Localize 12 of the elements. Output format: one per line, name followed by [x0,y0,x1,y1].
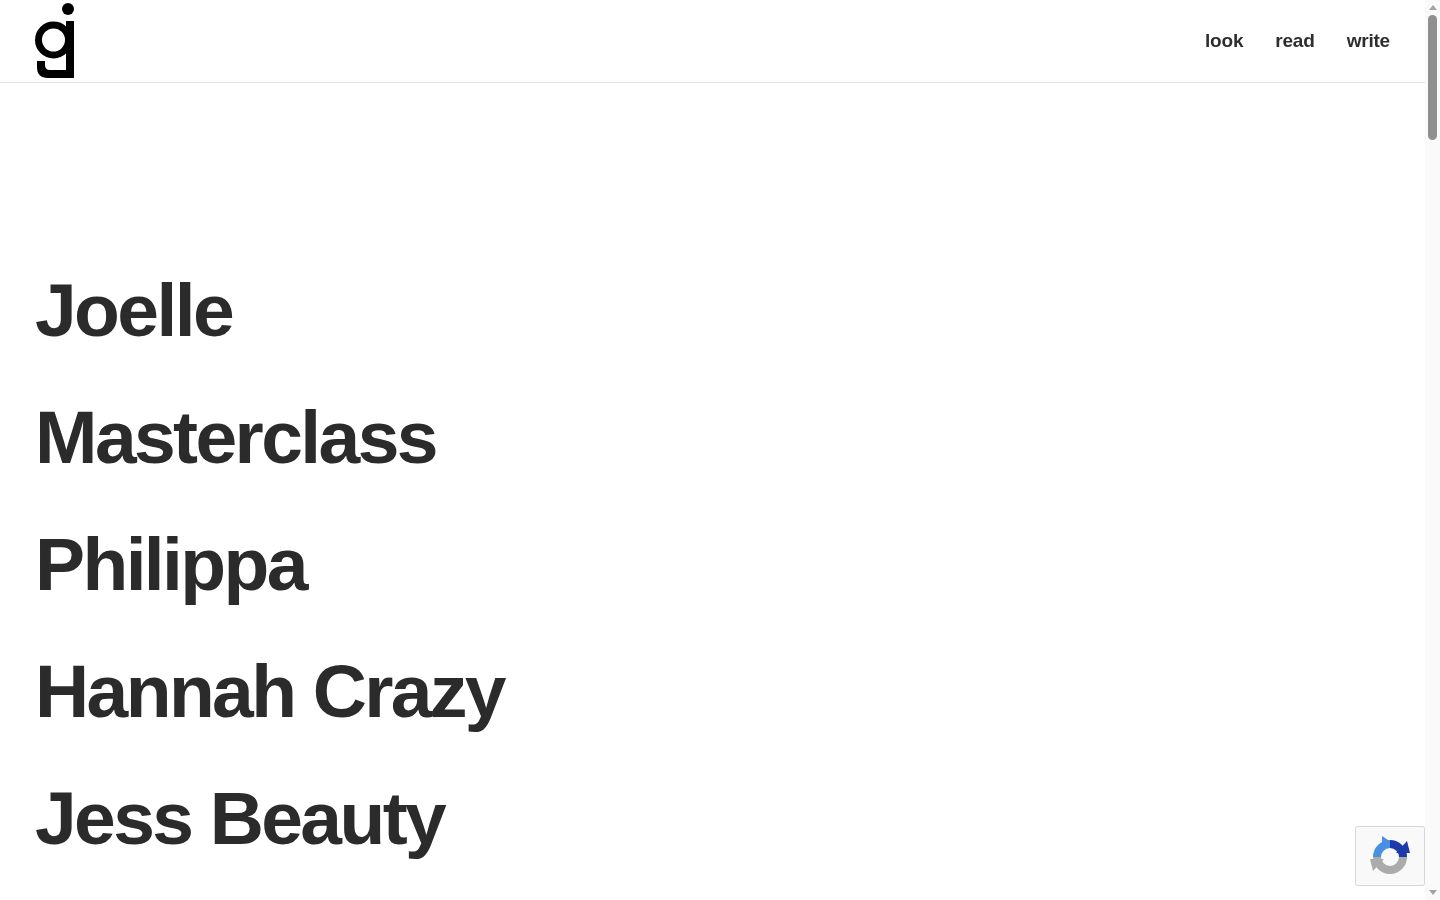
scrollbar-thumb[interactable] [1428,15,1437,140]
caret-up-icon[interactable] [1428,5,1437,10]
project-link[interactable]: Masterclass [35,392,436,482]
project-link[interactable]: Philippa [35,519,306,609]
caret-down-icon[interactable] [1428,890,1437,895]
nav-link[interactable]: look [1205,30,1244,52]
project-link[interactable]: Hannah Crazy [35,646,504,736]
project-link[interactable]: Jess Beauty [35,773,445,863]
nav-link[interactable]: write [1346,30,1390,52]
nav-link[interactable]: read [1275,30,1315,52]
project-link[interactable]: Joelle [35,265,233,355]
logo-icon[interactable] [35,3,75,79]
